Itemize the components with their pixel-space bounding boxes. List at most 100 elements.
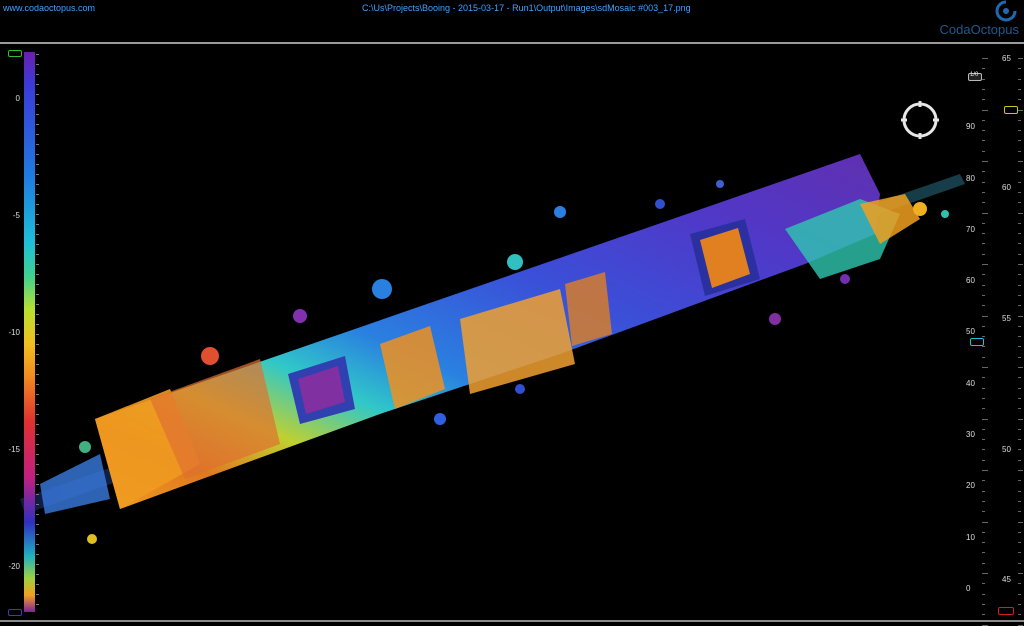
ruler-tick bbox=[982, 531, 985, 533]
ruler-tick bbox=[1018, 439, 1021, 441]
scale-tick bbox=[36, 594, 39, 595]
marker-cyan[interactable] bbox=[970, 338, 984, 346]
bottom-divider bbox=[0, 620, 1024, 622]
ruler-outer-label: 50 bbox=[1002, 445, 1011, 454]
depth-color-scale: 0 -5 -10 -15 -20 bbox=[0, 44, 45, 619]
ruler-tick bbox=[982, 356, 985, 358]
scale-tick bbox=[36, 294, 39, 295]
ruler-tick bbox=[1018, 521, 1023, 523]
ruler-tick bbox=[1018, 171, 1021, 173]
top-bar: www.codaoctopus.com C:\Us\Projects\Booin… bbox=[0, 0, 1024, 42]
ruler-tick bbox=[982, 377, 985, 379]
ruler-tick bbox=[1018, 387, 1021, 389]
scale-tick bbox=[36, 364, 39, 365]
ruler-tick bbox=[1018, 490, 1021, 492]
scale-tick bbox=[36, 214, 39, 215]
scale-tick bbox=[36, 74, 39, 75]
ruler-tick bbox=[982, 58, 988, 59]
ruler-outer-label: 65 bbox=[1002, 54, 1011, 63]
ruler-tick bbox=[1018, 202, 1021, 204]
ruler-inner-label: 30 bbox=[966, 430, 975, 439]
scale-tick bbox=[36, 574, 39, 575]
ruler-tick bbox=[1018, 253, 1021, 255]
ruler-tick bbox=[1018, 531, 1021, 533]
ruler-tick bbox=[982, 315, 988, 317]
ruler-tick bbox=[982, 521, 988, 523]
ruler-inner-label: 20 bbox=[966, 481, 975, 490]
ruler-inner-label: 60 bbox=[966, 276, 975, 285]
ruler-inner-label: 40 bbox=[966, 379, 975, 388]
scale-tick bbox=[36, 174, 39, 175]
depth-label: -15 bbox=[8, 445, 20, 454]
ruler-tick bbox=[982, 109, 988, 111]
ruler-tick bbox=[982, 222, 985, 224]
ruler-tick bbox=[1018, 181, 1021, 183]
ruler-inner-label: 80 bbox=[966, 174, 975, 183]
depth-label: -10 bbox=[8, 328, 20, 337]
scale-top-marker[interactable] bbox=[8, 50, 22, 57]
scale-tick bbox=[36, 104, 39, 105]
ruler-tick bbox=[982, 367, 988, 368]
scale-tick bbox=[36, 254, 39, 255]
website-link[interactable]: www.codaoctopus.com bbox=[3, 3, 95, 13]
scale-tick bbox=[36, 394, 39, 395]
scale-tick bbox=[36, 284, 39, 285]
ruler-inner-label: 50 bbox=[966, 327, 975, 336]
ruler-inner-label: 0 bbox=[966, 584, 971, 593]
scale-tick bbox=[36, 414, 39, 415]
ruler-tick bbox=[1018, 593, 1021, 595]
ruler-tick bbox=[1018, 336, 1021, 338]
scale-tick bbox=[36, 544, 39, 545]
ruler-tick bbox=[1018, 346, 1021, 348]
ruler-tick bbox=[1018, 264, 1023, 265]
ruler-tick bbox=[982, 264, 988, 265]
scale-tick bbox=[36, 424, 39, 425]
scale-tick bbox=[36, 504, 39, 505]
ruler-tick bbox=[1018, 294, 1021, 296]
scale-tick bbox=[36, 314, 39, 315]
ruler-tick bbox=[1018, 511, 1021, 513]
scale-tick bbox=[36, 564, 39, 565]
ruler-tick bbox=[982, 397, 985, 399]
ruler-tick bbox=[982, 449, 985, 451]
octopus-logo-icon bbox=[995, 0, 1017, 22]
ruler-top-badge[interactable]: 1/0 bbox=[968, 72, 982, 81]
ruler-tick bbox=[982, 119, 985, 121]
ruler-tick bbox=[982, 284, 985, 286]
ruler-tick bbox=[1018, 222, 1021, 224]
ruler-tick bbox=[982, 583, 985, 585]
ruler-tick bbox=[1018, 418, 1023, 420]
ruler-inner-label: 10 bbox=[966, 533, 975, 542]
file-path-title: C:\Us\Projects\Booing - 2015-03-17 - Run… bbox=[362, 3, 691, 13]
ruler-tick bbox=[982, 387, 985, 389]
sonar-3d-viewport[interactable] bbox=[0, 44, 1024, 625]
ruler-tick bbox=[1018, 542, 1021, 544]
scale-tick bbox=[36, 84, 39, 85]
scale-tick bbox=[36, 234, 39, 235]
scale-tick bbox=[36, 454, 39, 455]
scale-bottom-marker[interactable] bbox=[8, 609, 22, 616]
scale-tick bbox=[36, 494, 39, 495]
ruler-tick bbox=[982, 171, 985, 173]
marker-yellow[interactable] bbox=[1004, 106, 1018, 114]
ruler-tick bbox=[1018, 119, 1021, 121]
ruler-tick bbox=[982, 294, 985, 296]
scale-tick bbox=[36, 134, 39, 135]
ruler-tick bbox=[982, 68, 985, 70]
scale-tick bbox=[36, 524, 39, 525]
scale-tick bbox=[36, 194, 39, 195]
sonar-mosaic-image bbox=[20, 154, 965, 544]
ruler-tick bbox=[1018, 243, 1021, 245]
compass-icon[interactable] bbox=[900, 100, 940, 140]
marker-red[interactable] bbox=[998, 607, 1014, 615]
ruler-tick bbox=[982, 459, 985, 461]
ruler-tick bbox=[1018, 603, 1021, 605]
ruler-tick bbox=[1018, 233, 1021, 235]
ruler-tick bbox=[1018, 325, 1021, 327]
ruler-tick bbox=[982, 573, 988, 574]
ruler-tick bbox=[982, 88, 985, 90]
scale-tick bbox=[36, 244, 39, 245]
ruler-tick bbox=[1018, 480, 1021, 482]
ruler-tick bbox=[982, 439, 985, 441]
ruler-tick bbox=[982, 490, 985, 492]
